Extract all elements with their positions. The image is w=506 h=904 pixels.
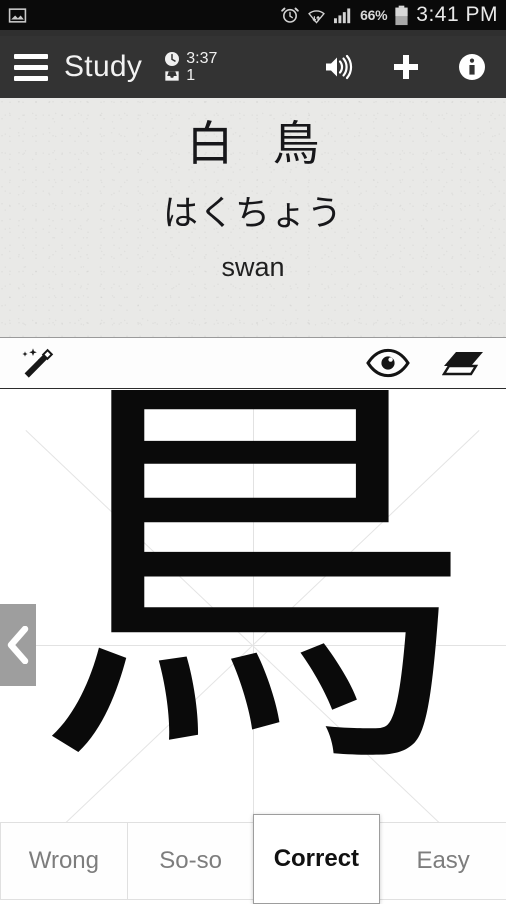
info-icon [459,54,485,80]
answer-button-wrong[interactable]: Wrong [0,822,128,900]
drawing-toolbar-right [366,348,492,378]
chevron-left-icon [7,626,29,664]
app-bar-actions [324,53,492,81]
wifi-icon [308,9,326,24]
battery-percent-label: 66% [360,7,388,23]
study-timer: 3:37 [164,49,218,67]
signal-icon [334,8,351,24]
previous-card-tab[interactable] [0,604,36,686]
study-timer-value: 3:37 [186,49,218,67]
inbox-icon [165,70,179,81]
hamburger-menu-icon[interactable] [14,53,48,81]
eraser-icon [442,352,483,376]
drawing-toolbar [0,337,506,389]
card-meaning-text: swan [221,252,285,283]
clock-icon [165,51,180,66]
status-bar-left-icons [8,6,27,25]
status-bar: 66% 3:41 PM [0,0,506,30]
battery-icon [395,5,408,25]
answer-button-easy[interactable]: Easy [379,822,506,900]
info-button[interactable] [458,53,486,81]
speaker-button[interactable] [324,54,354,80]
flashcard[interactable]: 白 鳥 はくちょう swan [0,98,506,337]
eye-icon [366,348,410,378]
magic-wand-button[interactable] [14,346,58,380]
card-kanji-text: 白 鳥 [186,117,332,172]
plus-icon [394,55,418,79]
answer-button-correct[interactable]: Correct [252,814,381,904]
alarm-icon [281,7,299,23]
card-queue-value: 1 [186,66,196,84]
speaker-icon [326,54,353,80]
card-reading-text: はくちょう [162,194,343,235]
image-icon [8,7,27,23]
status-bar-right-icons: 66% 3:41 PM [280,3,498,27]
answer-button-row: Wrong So-so Correct Easy [0,814,506,904]
app-bar: Study 3:37 1 [0,36,506,98]
status-bar-clock: 3:41 PM [416,3,498,26]
add-button[interactable] [392,53,420,81]
card-queue-count: 1 [164,66,217,84]
page-title: Study [64,50,143,83]
erase-button[interactable] [442,348,486,378]
reveal-button[interactable] [366,348,410,378]
session-counters: 3:37 1 [164,49,218,84]
answer-button-so-so[interactable]: So-so [126,822,255,900]
magic-wand-icon [22,348,54,378]
